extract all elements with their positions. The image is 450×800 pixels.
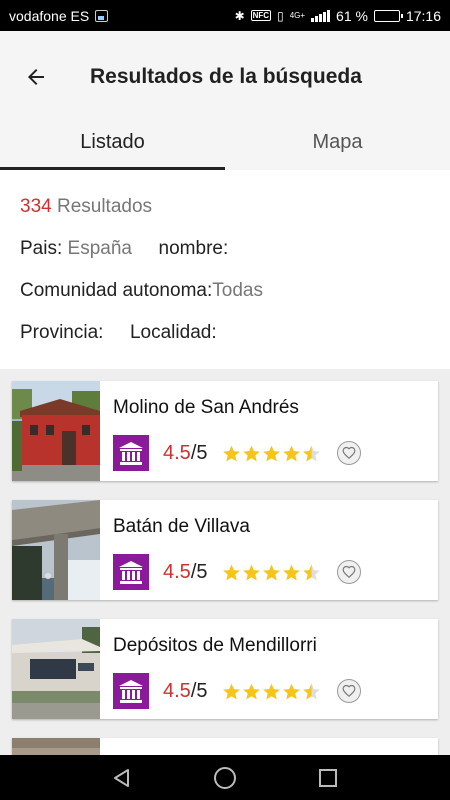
- star-rating: [222, 444, 321, 463]
- vibrate-icon: ▯: [277, 8, 284, 23]
- network-type: 4G+: [289, 10, 306, 20]
- star-rating: [222, 682, 321, 701]
- result-rating: 4.5/5: [163, 680, 208, 703]
- result-body: Batán de Villava 4.5/5: [100, 500, 438, 600]
- image-icon: [95, 9, 109, 22]
- result-meta: 4.5/5: [113, 435, 438, 471]
- province-label: Provincia:: [20, 322, 104, 343]
- star-half-icon: [302, 445, 320, 461]
- result-body: Molino de San Andrés 4.5/5: [100, 381, 438, 481]
- favorite-button[interactable]: [336, 560, 361, 584]
- result-card[interactable]: Molino de San Andrés 4.5/5: [12, 381, 438, 481]
- result-name: Batán de Villava: [113, 516, 250, 537]
- result-name: Depósitos de Mendillorri: [113, 635, 317, 656]
- result-body: [100, 738, 438, 755]
- community-value: Todas: [212, 280, 263, 301]
- star-icon: [262, 564, 280, 580]
- star-icon: [262, 683, 280, 699]
- country-row: Pais: España nombre:: [20, 236, 430, 278]
- country-label: Pais:: [20, 238, 63, 259]
- community-label: Comunidad autonoma:: [20, 280, 213, 301]
- clock: 17:16: [405, 7, 441, 24]
- rating-value: 4.5: [163, 441, 191, 464]
- nfc-icon: NFC: [250, 10, 272, 21]
- star-icon: [262, 445, 280, 461]
- name-label: nombre:: [158, 238, 229, 259]
- favorite-button[interactable]: [336, 441, 361, 465]
- result-rating: 4.5/5: [163, 561, 208, 584]
- recents-square-icon: [319, 768, 338, 787]
- arrow-left-icon: [28, 69, 44, 85]
- museum-icon: [113, 554, 149, 590]
- star-icon: [242, 445, 260, 461]
- result-name: Molino de San Andrés: [113, 397, 299, 418]
- rating-value: 4.5: [163, 560, 191, 583]
- search-summary: 334 Resultados Pais: España nombre: Comu…: [0, 170, 450, 369]
- province-row: Provincia: Localidad:: [20, 320, 430, 362]
- results-count: 334: [20, 196, 52, 217]
- locality-label: Localidad:: [129, 322, 217, 343]
- star-half-icon: [302, 683, 320, 699]
- app-bar: Resultados de la búsqueda: [0, 31, 450, 123]
- heart-outline-icon: [342, 446, 355, 460]
- community-row: Comunidad autonoma:Todas: [20, 278, 430, 320]
- rating-max: /5: [190, 679, 208, 702]
- result-card[interactable]: Batán de Villava 4.5/5: [12, 500, 438, 600]
- star-icon: [222, 683, 240, 699]
- result-rating: 4.5/5: [163, 442, 208, 465]
- carrier-name: vodafone ES: [9, 7, 90, 24]
- museum-icon: [113, 673, 149, 709]
- star-icon: [242, 683, 260, 699]
- home-circle-icon: [213, 766, 236, 789]
- star-half-icon: [302, 564, 320, 580]
- result-thumbnail: [12, 500, 100, 600]
- nav-recents-button[interactable]: [308, 758, 348, 798]
- result-thumbnail: [12, 381, 100, 481]
- rating-max: /5: [190, 441, 208, 464]
- battery-percent: 61 %: [336, 7, 368, 24]
- signal-icon: [311, 9, 331, 22]
- bluetooth-icon: ✱: [234, 8, 245, 23]
- rating-value: 4.5: [163, 679, 191, 702]
- result-meta: 4.5/5: [113, 673, 438, 709]
- result-meta: 4.5/5: [113, 554, 438, 590]
- result-body: Depósitos de Mendillorri 4.5/5: [100, 619, 438, 719]
- favorite-button[interactable]: [336, 679, 361, 703]
- result-card-partial[interactable]: [12, 738, 438, 755]
- result-thumbnail: [12, 738, 100, 755]
- back-button[interactable]: [6, 47, 66, 107]
- back-triangle-icon: [113, 768, 129, 787]
- results-count-row: 334 Resultados: [20, 194, 430, 236]
- results-list[interactable]: Molino de San Andrés 4.5/5 Batán de Vill…: [0, 369, 450, 755]
- tab-mapa[interactable]: Mapa: [225, 123, 450, 170]
- tab-bar: Listado Mapa: [0, 123, 450, 170]
- star-icon: [222, 564, 240, 580]
- system-nav-bar: [0, 755, 450, 800]
- star-rating: [222, 563, 321, 582]
- battery-icon: [373, 9, 403, 22]
- result-card[interactable]: Depósitos de Mendillorri 4.5/5: [12, 619, 438, 719]
- star-icon: [242, 564, 260, 580]
- result-thumbnail: [12, 619, 100, 719]
- page-title: Resultados de la búsqueda: [90, 65, 362, 88]
- results-label: Resultados: [56, 196, 153, 217]
- star-icon: [282, 683, 300, 699]
- heart-outline-icon: [342, 684, 355, 698]
- star-icon: [282, 445, 300, 461]
- status-icons: ✱ NFC ▯ 4G+ 61 % 17:16: [235, 8, 441, 24]
- status-bar: vodafone ES ✱ NFC ▯ 4G+ 61 % 17:16: [0, 0, 450, 31]
- tab-listado[interactable]: Listado: [0, 123, 225, 170]
- heart-outline-icon: [342, 565, 355, 579]
- nav-home-button[interactable]: [205, 758, 245, 798]
- star-icon: [222, 445, 240, 461]
- carrier: vodafone ES: [9, 7, 109, 24]
- rating-max: /5: [190, 560, 208, 583]
- country-value: España: [67, 238, 132, 259]
- museum-icon: [113, 435, 149, 471]
- star-icon: [282, 564, 300, 580]
- nav-back-button[interactable]: [102, 758, 142, 798]
